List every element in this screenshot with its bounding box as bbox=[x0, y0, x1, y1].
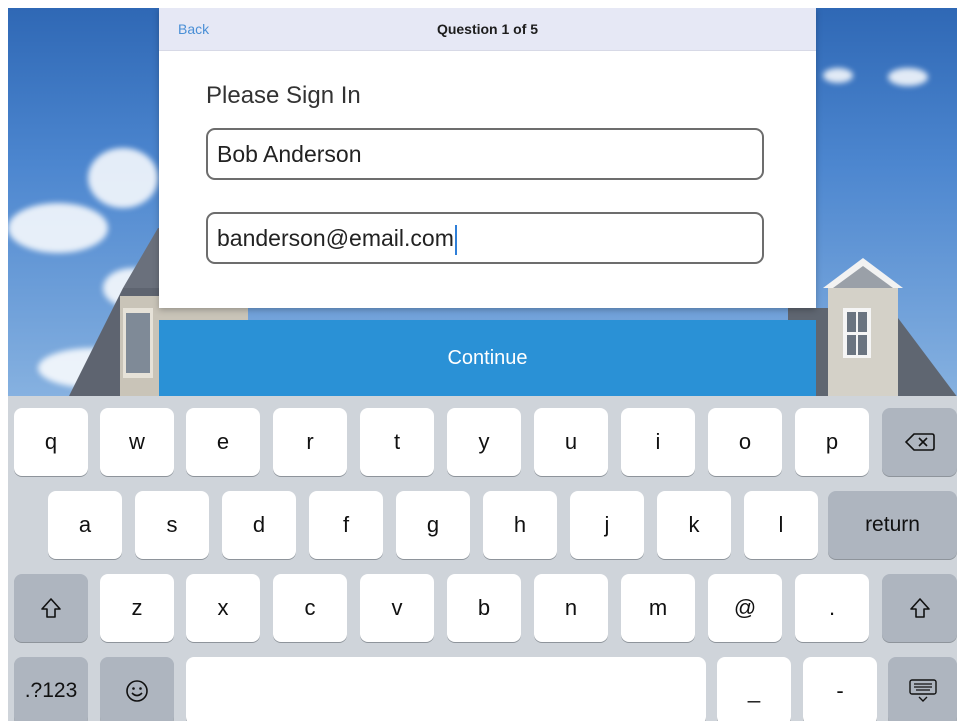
space-bar[interactable] bbox=[186, 657, 706, 721]
key-s[interactable]: s bbox=[135, 491, 209, 559]
backspace-key[interactable] bbox=[882, 408, 957, 476]
name-field-value: Bob Anderson bbox=[217, 141, 362, 167]
numbers-key[interactable]: .?123 bbox=[14, 657, 88, 721]
dialog-header: Back Question 1 of 5 bbox=[159, 8, 816, 51]
key-a[interactable]: a bbox=[48, 491, 122, 559]
shift-key-right[interactable] bbox=[882, 574, 957, 642]
key-k[interactable]: k bbox=[657, 491, 731, 559]
key-d[interactable]: d bbox=[222, 491, 296, 559]
key-q[interactable]: q bbox=[14, 408, 88, 476]
return-key[interactable]: return bbox=[828, 491, 957, 559]
key-f[interactable]: f bbox=[309, 491, 383, 559]
key-r[interactable]: r bbox=[273, 408, 347, 476]
email-field[interactable]: banderson@email.com bbox=[206, 212, 764, 264]
key-o[interactable]: o bbox=[708, 408, 782, 476]
onscreen-keyboard: q w e r t y u i o p a s d f g h j k l re… bbox=[8, 396, 957, 721]
shift-key-left[interactable] bbox=[14, 574, 88, 642]
key-z[interactable]: z bbox=[100, 574, 174, 642]
key-m[interactable]: m bbox=[621, 574, 695, 642]
key-b[interactable]: b bbox=[447, 574, 521, 642]
sign-in-prompt: Please Sign In bbox=[206, 82, 361, 109]
text-cursor bbox=[454, 224, 457, 255]
key-i[interactable]: i bbox=[621, 408, 695, 476]
key-underscore[interactable]: _ bbox=[717, 657, 791, 721]
question-progress-title: Question 1 of 5 bbox=[436, 21, 539, 37]
key-l[interactable]: l bbox=[744, 491, 818, 559]
key-x[interactable]: x bbox=[186, 574, 260, 642]
emoji-key[interactable] bbox=[100, 657, 174, 721]
name-field[interactable]: Bob Anderson bbox=[206, 128, 764, 180]
key-w[interactable]: w bbox=[100, 408, 174, 476]
key-h[interactable]: h bbox=[483, 491, 557, 559]
app-screen: Back Question 1 of 5 Please Sign In Bob … bbox=[8, 8, 957, 721]
backspace-icon bbox=[904, 433, 935, 451]
key-dash[interactable]: - bbox=[803, 657, 877, 721]
key-g[interactable]: g bbox=[396, 491, 470, 559]
key-period[interactable]: . bbox=[795, 574, 869, 642]
continue-button[interactable]: Continue bbox=[159, 320, 816, 396]
key-p[interactable]: p bbox=[795, 408, 869, 476]
key-v[interactable]: v bbox=[360, 574, 434, 642]
emoji-icon bbox=[126, 680, 148, 702]
key-j[interactable]: j bbox=[570, 491, 644, 559]
key-at[interactable]: @ bbox=[708, 574, 782, 642]
dismiss-keyboard-key[interactable] bbox=[888, 657, 957, 721]
key-t[interactable]: t bbox=[360, 408, 434, 476]
shift-icon bbox=[41, 598, 61, 618]
shift-icon bbox=[909, 598, 930, 618]
sign-in-dialog: Back Question 1 of 5 Please Sign In Bob … bbox=[159, 8, 816, 308]
key-e[interactable]: e bbox=[186, 408, 260, 476]
key-u[interactable]: u bbox=[534, 408, 608, 476]
email-field-value: banderson@email.com bbox=[217, 225, 454, 251]
key-y[interactable]: y bbox=[447, 408, 521, 476]
key-n[interactable]: n bbox=[534, 574, 608, 642]
keyboard-dismiss-icon bbox=[908, 679, 937, 702]
key-c[interactable]: c bbox=[273, 574, 347, 642]
